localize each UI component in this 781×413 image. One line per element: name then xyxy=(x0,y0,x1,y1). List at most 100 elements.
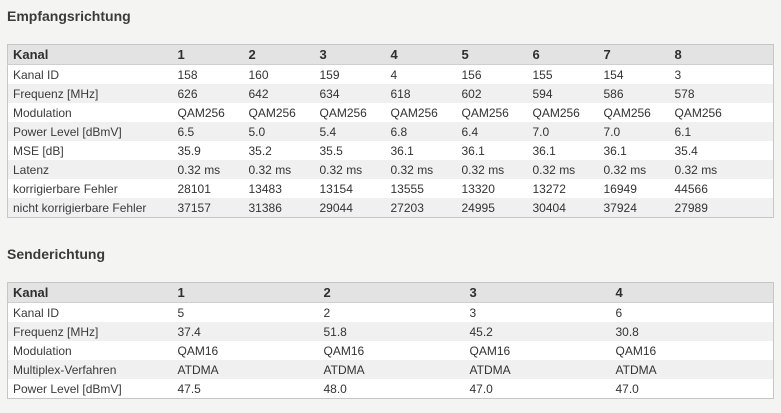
table-cell: QAM256 xyxy=(314,103,386,122)
table-cell: 29044 xyxy=(314,198,386,218)
table-cell: 35.9 xyxy=(172,141,244,160)
table-cell: 0.32 ms xyxy=(172,160,244,179)
table-cell: QAM256 xyxy=(669,103,774,122)
row-label: Modulation xyxy=(7,341,173,360)
table-header-row: Kanal 1 2 3 4 xyxy=(7,282,774,303)
row-label: Latenz xyxy=(7,160,173,179)
table-cell: 13555 xyxy=(385,179,457,198)
downstream-section-title: Empfangsrichtung xyxy=(7,8,131,24)
table-row: Kanal ID 5 2 3 6 xyxy=(7,302,774,322)
table-row: nicht korrigierbare Fehler 37157 31386 2… xyxy=(7,198,774,218)
table-cell: 0.32 ms xyxy=(385,160,457,179)
header-cell: Kanal xyxy=(7,282,173,303)
table-cell: QAM256 xyxy=(172,103,244,122)
table-cell: ATDMA xyxy=(610,360,774,379)
header-cell: 2 xyxy=(318,282,465,303)
table-row: Modulation QAM16 QAM16 QAM16 QAM16 xyxy=(7,341,774,360)
table-cell: QAM16 xyxy=(610,341,774,360)
header-cell: 8 xyxy=(669,44,774,65)
table-cell: 6.5 xyxy=(172,122,244,141)
table-cell: 602 xyxy=(456,84,528,103)
table-cell: 634 xyxy=(314,84,386,103)
table-cell: 47.0 xyxy=(464,379,611,399)
table-row: Multiplex-Verfahren ATDMA ATDMA ATDMA AT… xyxy=(7,360,774,379)
table-cell: 578 xyxy=(669,84,774,103)
row-label: nicht korrigierbare Fehler xyxy=(7,198,173,218)
table-cell: 5 xyxy=(172,302,319,322)
table-cell: ATDMA xyxy=(172,360,319,379)
table-cell: 156 xyxy=(456,64,528,84)
table-cell: 36.1 xyxy=(385,141,457,160)
table-cell: QAM256 xyxy=(243,103,315,122)
table-cell: 35.4 xyxy=(669,141,774,160)
table-cell: 27203 xyxy=(385,198,457,218)
table-cell: 159 xyxy=(314,64,386,84)
row-label: MSE [dB] xyxy=(7,141,173,160)
table-cell: QAM256 xyxy=(385,103,457,122)
table-cell: 626 xyxy=(172,84,244,103)
table-cell: 48.0 xyxy=(318,379,465,399)
table-cell: 6.4 xyxy=(456,122,528,141)
table-cell: 47.0 xyxy=(610,379,774,399)
table-cell: 154 xyxy=(598,64,670,84)
table-cell: 158 xyxy=(172,64,244,84)
table-cell: 35.2 xyxy=(243,141,315,160)
table-cell: 6.1 xyxy=(669,122,774,141)
table-row: Power Level [dBmV] 47.5 48.0 47.0 47.0 xyxy=(7,379,774,399)
upstream-channel-table: Kanal 1 2 3 4 Kanal ID 5 2 3 6 Frequenz … xyxy=(7,282,774,399)
header-cell: 2 xyxy=(243,44,315,65)
table-cell: 36.1 xyxy=(456,141,528,160)
table-cell: 47.5 xyxy=(172,379,319,399)
table-cell: 37.4 xyxy=(172,322,319,341)
table-cell: 35.5 xyxy=(314,141,386,160)
table-row: Frequenz [MHz] 37.4 51.8 45.2 30.8 xyxy=(7,322,774,341)
table-cell: 13320 xyxy=(456,179,528,198)
header-cell: 5 xyxy=(456,44,528,65)
table-cell: 30.8 xyxy=(610,322,774,341)
table-header-row: Kanal 1 2 3 4 5 6 7 8 xyxy=(7,44,774,65)
table-cell: 37157 xyxy=(172,198,244,218)
header-cell: 6 xyxy=(527,44,599,65)
row-label: Modulation xyxy=(7,103,173,122)
row-label: Power Level [dBmV] xyxy=(7,122,173,141)
table-cell: 51.8 xyxy=(318,322,465,341)
table-cell: 618 xyxy=(385,84,457,103)
table-cell: 44566 xyxy=(669,179,774,198)
header-cell: 4 xyxy=(610,282,774,303)
table-row: MSE [dB] 35.9 35.2 35.5 36.1 36.1 36.1 3… xyxy=(7,141,774,160)
table-cell: 594 xyxy=(527,84,599,103)
row-label: Kanal ID xyxy=(7,302,173,322)
table-cell: 7.0 xyxy=(598,122,670,141)
table-cell: 642 xyxy=(243,84,315,103)
table-cell: 36.1 xyxy=(598,141,670,160)
header-cell: 1 xyxy=(172,44,244,65)
table-cell: 0.32 ms xyxy=(314,160,386,179)
table-cell: ATDMA xyxy=(318,360,465,379)
header-cell: 3 xyxy=(314,44,386,65)
table-cell: 31386 xyxy=(243,198,315,218)
table-cell: 28101 xyxy=(172,179,244,198)
table-cell: 5.4 xyxy=(314,122,386,141)
table-cell: QAM16 xyxy=(464,341,611,360)
table-cell: 4 xyxy=(385,64,457,84)
table-cell: 13483 xyxy=(243,179,315,198)
table-cell: 5.0 xyxy=(243,122,315,141)
table-row: korrigierbare Fehler 28101 13483 13154 1… xyxy=(7,179,774,198)
table-cell: 586 xyxy=(598,84,670,103)
table-cell: 0.32 ms xyxy=(598,160,670,179)
table-row: Power Level [dBmV] 6.5 5.0 5.4 6.8 6.4 7… xyxy=(7,122,774,141)
table-cell: 27989 xyxy=(669,198,774,218)
table-row: Latenz 0.32 ms 0.32 ms 0.32 ms 0.32 ms 0… xyxy=(7,160,774,179)
row-label: Kanal ID xyxy=(7,64,173,84)
table-cell: 45.2 xyxy=(464,322,611,341)
table-cell: 36.1 xyxy=(527,141,599,160)
table-cell: QAM16 xyxy=(318,341,465,360)
table-cell: 0.32 ms xyxy=(669,160,774,179)
table-cell: 6.8 xyxy=(385,122,457,141)
table-cell: 13272 xyxy=(527,179,599,198)
table-cell: 160 xyxy=(243,64,315,84)
table-cell: QAM256 xyxy=(456,103,528,122)
row-label: korrigierbare Fehler xyxy=(7,179,173,198)
table-cell: 13154 xyxy=(314,179,386,198)
row-label: Power Level [dBmV] xyxy=(7,379,173,399)
